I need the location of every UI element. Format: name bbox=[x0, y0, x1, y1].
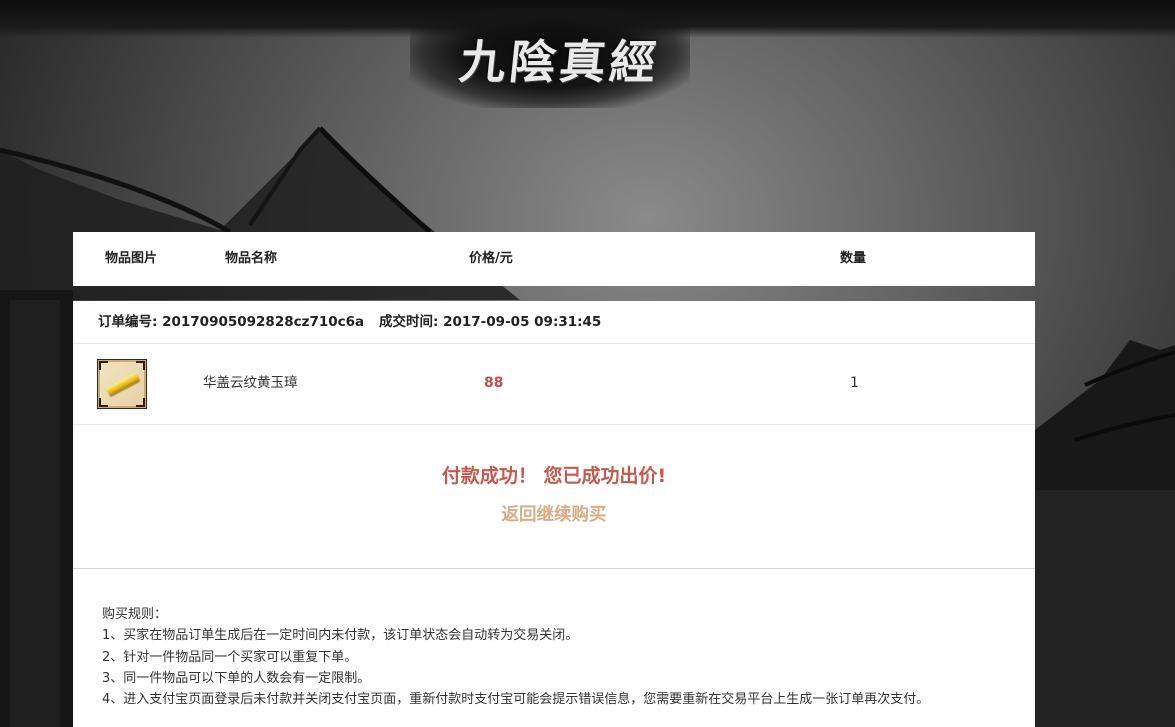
order-time: 成交时间: 2017-09-05 09:31:45 bbox=[379, 301, 601, 343]
table-row: 华盖云纹黄玉璋 88 1 bbox=[73, 343, 1035, 425]
order-panel: 订单编号: 20170905092828cz710c6a 成交时间: 2017-… bbox=[73, 301, 1035, 727]
item-price: 88 bbox=[484, 375, 504, 391]
header-item-image: 物品图片 bbox=[105, 251, 158, 266]
order-time-value: 2017-09-05 09:31:45 bbox=[443, 314, 602, 330]
purchase-rules: 购买规则： 1、买家在物品订单生成后在一定时间内未付款，该订单状态会自动转为交易… bbox=[102, 604, 1032, 710]
rule-item: 3、同一件物品可以下单的人数会有一定限制。 bbox=[102, 670, 371, 686]
continue-shopping-link[interactable]: 返回继续购买 bbox=[73, 501, 1035, 526]
divider bbox=[73, 568, 1035, 569]
order-time-label: 成交时间: bbox=[379, 314, 439, 330]
header-price: 价格/元 bbox=[469, 251, 513, 266]
jade-tablet-icon bbox=[97, 359, 147, 409]
header-quantity: 数量 bbox=[840, 251, 867, 266]
order-number-label: 订单编号: bbox=[98, 314, 158, 330]
order-meta: 订单编号: 20170905092828cz710c6a 成交时间: 2017-… bbox=[73, 301, 1035, 344]
header-item-name: 物品名称 bbox=[225, 251, 278, 266]
rule-item: 1、买家在物品订单生成后在一定时间内未付款，该订单状态会自动转为交易关闭。 bbox=[102, 628, 579, 644]
game-logo: 九陰真經 bbox=[400, 0, 700, 120]
rules-title: 购买规则： bbox=[102, 607, 168, 622]
item-quantity: 1 bbox=[850, 375, 859, 391]
rule-item: 4、进入支付宝页面登录后未付款并关闭支付宝页面，重新付款时支付宝可能会提示错误信… bbox=[102, 692, 930, 708]
payment-success-message: 付款成功！ 您已成功出价! bbox=[441, 465, 667, 487]
order-number: 订单编号: 20170905092828cz710c6a bbox=[98, 301, 364, 343]
rule-item: 2、针对一件物品同一个买家可以重复下单。 bbox=[102, 649, 358, 665]
order-number-value: 20170905092828cz710c6a bbox=[162, 314, 365, 330]
table-header: 物品图片 物品名称 价格/元 数量 bbox=[73, 232, 1035, 286]
item-name: 华盖云纹黄玉璋 bbox=[203, 375, 298, 391]
logo-text: 九陰真經 bbox=[456, 35, 663, 89]
